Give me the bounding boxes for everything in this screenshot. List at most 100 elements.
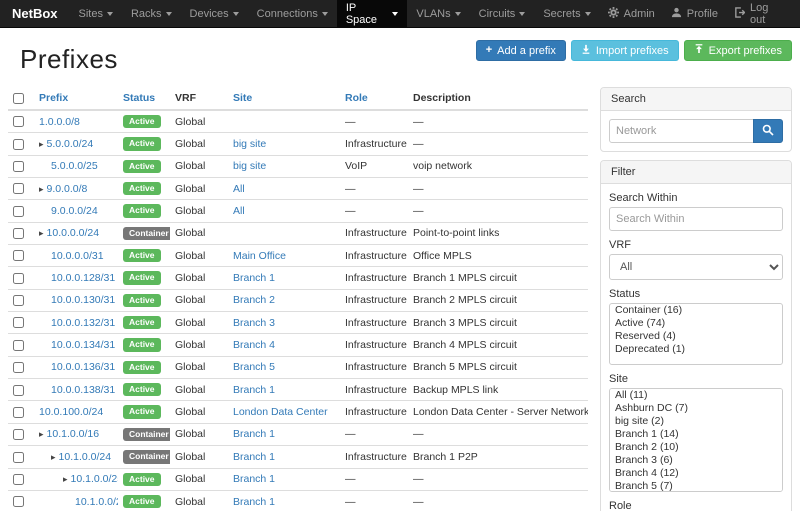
nav-item-admin[interactable]: Admin bbox=[600, 0, 663, 27]
expand-arrow-icon[interactable]: ▸ bbox=[51, 452, 56, 462]
column-header-status[interactable]: Status bbox=[118, 87, 170, 110]
search-input[interactable] bbox=[609, 119, 754, 143]
column-header-role[interactable]: Role bbox=[340, 87, 408, 110]
site-link[interactable]: Branch 1 bbox=[233, 428, 275, 440]
prefix-link[interactable]: 10.0.0.0/24 bbox=[47, 227, 100, 239]
nav-item-sites[interactable]: Sites bbox=[70, 0, 122, 27]
filter-option[interactable]: Branch 1 (14) bbox=[610, 428, 782, 441]
row-checkbox[interactable] bbox=[13, 429, 24, 440]
prefix-link[interactable]: 10.1.0.0/25 bbox=[71, 473, 118, 485]
filter-option[interactable]: Active (74) bbox=[610, 317, 782, 330]
filter-option[interactable]: Deprecated (1) bbox=[610, 343, 782, 356]
filter-option[interactable]: Branch 3 (6) bbox=[610, 454, 782, 467]
row-checkbox[interactable] bbox=[13, 362, 24, 373]
expand-arrow-icon[interactable]: ▸ bbox=[39, 228, 44, 238]
status-badge: Container bbox=[123, 227, 170, 240]
site-link[interactable]: Branch 4 bbox=[233, 339, 275, 351]
row-checkbox[interactable] bbox=[13, 161, 24, 172]
expand-arrow-icon[interactable]: ▸ bbox=[39, 139, 44, 149]
prefix-link[interactable]: 10.0.0.134/31 bbox=[51, 339, 115, 351]
filter-option[interactable]: All (11) bbox=[610, 389, 782, 402]
column-header-prefix[interactable]: Prefix bbox=[34, 87, 118, 110]
prefix-link[interactable]: 1.0.0.0/8 bbox=[39, 116, 80, 128]
select-all-checkbox[interactable] bbox=[13, 93, 24, 104]
site-link[interactable]: big site bbox=[233, 160, 266, 172]
nav-item-circuits[interactable]: Circuits bbox=[470, 0, 535, 27]
nav-item-profile[interactable]: Profile bbox=[663, 0, 726, 27]
prefix-link[interactable]: 10.0.0.128/31 bbox=[51, 272, 115, 284]
nav-item-vlans[interactable]: VLANs bbox=[407, 0, 469, 27]
brand-logo[interactable]: NetBox bbox=[6, 0, 70, 27]
site-link[interactable]: Branch 1 bbox=[233, 496, 275, 508]
site-link[interactable]: Branch 1 bbox=[233, 473, 275, 485]
prefix-link[interactable]: 5.0.0.0/25 bbox=[51, 160, 98, 172]
site-link[interactable]: All bbox=[233, 205, 245, 217]
filter-option[interactable]: Branch 2 (10) bbox=[610, 441, 782, 454]
status-filter-list[interactable]: Container (16)Active (74)Reserved (4)Dep… bbox=[609, 303, 783, 365]
search-submit-button[interactable] bbox=[753, 119, 783, 143]
prefix-link[interactable]: 10.1.0.0/16 bbox=[47, 428, 100, 440]
prefix-link[interactable]: 10.0.0.130/31 bbox=[51, 294, 115, 306]
add-prefix-button[interactable]: + Add a prefix bbox=[476, 40, 566, 61]
row-checkbox[interactable] bbox=[13, 206, 24, 217]
expand-arrow-icon[interactable]: ▸ bbox=[63, 474, 68, 484]
prefix-link[interactable]: 10.1.0.0/26 bbox=[75, 496, 118, 508]
filter-option[interactable]: Ashburn DC (7) bbox=[610, 402, 782, 415]
nav-item-connections[interactable]: Connections bbox=[248, 0, 337, 27]
filter-option[interactable]: Branch 4 (12) bbox=[610, 467, 782, 480]
sidebar: Search Filter Search Within bbox=[600, 87, 792, 511]
site-link[interactable]: Main Office bbox=[233, 250, 286, 262]
row-checkbox[interactable] bbox=[13, 295, 24, 306]
status-badge: Active bbox=[123, 204, 161, 217]
site-link[interactable]: Branch 1 bbox=[233, 451, 275, 463]
row-checkbox[interactable] bbox=[13, 139, 24, 150]
prefix-link[interactable]: 10.0.0.0/31 bbox=[51, 250, 104, 262]
row-checkbox[interactable] bbox=[13, 317, 24, 328]
site-filter-list[interactable]: All (11)Ashburn DC (7)big site (2)Branch… bbox=[609, 388, 783, 492]
nav-item-devices[interactable]: Devices bbox=[181, 0, 248, 27]
description-cell: — bbox=[408, 200, 588, 222]
row-checkbox[interactable] bbox=[13, 385, 24, 396]
row-checkbox[interactable] bbox=[13, 183, 24, 194]
row-checkbox[interactable] bbox=[13, 116, 24, 127]
row-checkbox[interactable] bbox=[13, 273, 24, 284]
site-link[interactable]: All bbox=[233, 183, 245, 195]
import-prefixes-button[interactable]: Import prefixes bbox=[571, 40, 679, 61]
vrf-select[interactable]: All bbox=[609, 254, 783, 280]
expand-arrow-icon[interactable]: ▸ bbox=[39, 184, 44, 194]
row-checkbox[interactable] bbox=[13, 496, 24, 507]
row-checkbox[interactable] bbox=[13, 250, 24, 261]
search-within-input[interactable] bbox=[609, 207, 783, 231]
filter-option[interactable]: Branch 5 (7) bbox=[610, 480, 782, 492]
site-link[interactable]: Branch 2 bbox=[233, 294, 275, 306]
column-header-site[interactable]: Site bbox=[228, 87, 340, 110]
prefix-link[interactable]: 10.1.0.0/24 bbox=[59, 451, 112, 463]
filter-option[interactable]: Container (16) bbox=[610, 304, 782, 317]
filter-option[interactable]: big site (2) bbox=[610, 415, 782, 428]
prefix-link[interactable]: 10.0.0.136/31 bbox=[51, 361, 115, 373]
row-checkbox[interactable] bbox=[13, 474, 24, 485]
nav-item-logout[interactable]: Log out bbox=[726, 0, 794, 27]
row-checkbox[interactable] bbox=[13, 452, 24, 463]
prefix-link[interactable]: 9.0.0.0/8 bbox=[47, 183, 88, 195]
row-checkbox[interactable] bbox=[13, 407, 24, 418]
nav-item-secrets[interactable]: Secrets bbox=[534, 0, 599, 27]
prefix-link[interactable]: 10.0.0.132/31 bbox=[51, 317, 115, 329]
site-link[interactable]: big site bbox=[233, 138, 266, 150]
nav-item-ip-space[interactable]: IP Space bbox=[337, 0, 408, 27]
site-link[interactable]: Branch 5 bbox=[233, 361, 275, 373]
row-checkbox[interactable] bbox=[13, 340, 24, 351]
prefix-link[interactable]: 5.0.0.0/24 bbox=[47, 138, 94, 150]
filter-option[interactable]: Reserved (4) bbox=[610, 330, 782, 343]
site-link[interactable]: Branch 1 bbox=[233, 384, 275, 396]
prefix-link[interactable]: 10.0.100.0/24 bbox=[39, 406, 103, 418]
nav-item-racks[interactable]: Racks bbox=[122, 0, 181, 27]
prefix-link[interactable]: 9.0.0.0/24 bbox=[51, 205, 98, 217]
export-prefixes-button[interactable]: Export prefixes bbox=[684, 40, 792, 61]
expand-arrow-icon[interactable]: ▸ bbox=[39, 429, 44, 439]
site-link[interactable]: London Data Center bbox=[233, 406, 328, 418]
row-checkbox[interactable] bbox=[13, 228, 24, 239]
site-link[interactable]: Branch 3 bbox=[233, 317, 275, 329]
prefix-link[interactable]: 10.0.0.138/31 bbox=[51, 384, 115, 396]
site-link[interactable]: Branch 1 bbox=[233, 272, 275, 284]
